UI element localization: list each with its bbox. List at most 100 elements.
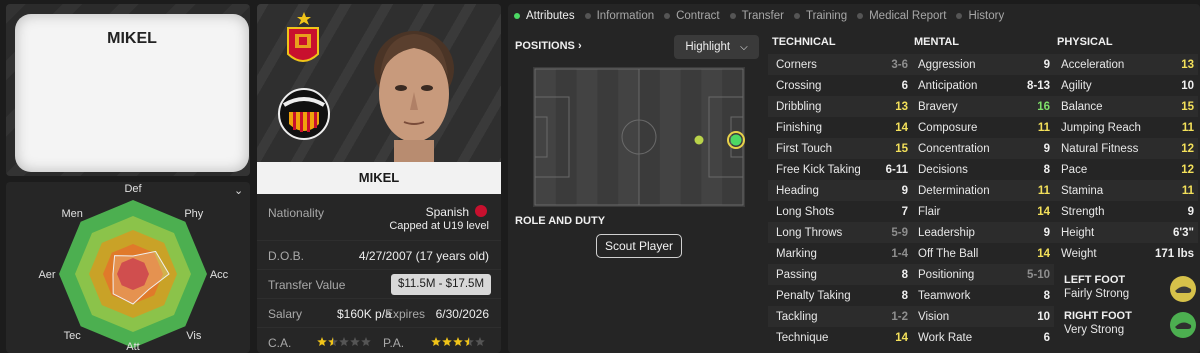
radar-label: Men [61, 208, 82, 220]
chevron-down-icon[interactable]: ⌄ [234, 10, 243, 23]
attribute-name: Composure [918, 121, 978, 134]
mental-attribute-row[interactable]: Flair 14 [910, 201, 1054, 222]
mental-attribute-row[interactable]: Work Rate 6 [910, 327, 1054, 348]
mental-attribute-row[interactable]: Vision 10 [910, 306, 1054, 327]
technical-attribute-row[interactable]: Finishing 14 [768, 117, 912, 138]
attribute-name: Passing [776, 268, 817, 281]
mental-attribute-row[interactable]: Leadership 9 [910, 222, 1054, 243]
club-crest-icon [278, 88, 330, 140]
tab-information[interactable]: Information [584, 10, 654, 22]
attribute-value: 10 [1037, 310, 1050, 323]
tab-transfer[interactable]: Transfer [729, 10, 784, 22]
attribute-name: Tackling [776, 310, 818, 323]
technical-attribute-row[interactable]: Free Kick Taking 6-11 [768, 159, 912, 180]
attribute-value: 11 [1037, 184, 1050, 197]
tab-contract[interactable]: Contract [664, 10, 720, 22]
role-duty-title: ROLE AND DUTY [515, 215, 606, 227]
physical-attribute-row[interactable]: Balance 15 [1053, 96, 1198, 117]
attribute-value: 13 [895, 100, 908, 113]
physical-attribute-row[interactable]: Stamina 11 [1053, 180, 1198, 201]
technical-attribute-row[interactable]: Dribbling 13 [768, 96, 912, 117]
highlight-dropdown[interactable]: Highlight ⌵ [674, 35, 759, 59]
attribute-name: Vision [918, 310, 950, 323]
technical-attribute-row[interactable]: Long Shots 7 [768, 201, 912, 222]
attribute-value: 14 [895, 121, 908, 134]
technical-attribute-row[interactable]: Penalty Taking 8 [768, 285, 912, 306]
attribute-name: Balance [1061, 100, 1103, 113]
radar-label: Phy [184, 208, 203, 220]
attribute-name: Agility [1061, 79, 1092, 92]
natural-position-marker [730, 134, 742, 146]
physical-attribute-row[interactable]: Pace 12 [1053, 159, 1198, 180]
attribute-value: 6 [901, 79, 908, 92]
technical-attribute-row[interactable]: Tackling 1-2 [768, 306, 912, 327]
physical-attribute-row[interactable]: Height 6'3" [1053, 222, 1198, 243]
technical-attribute-row[interactable]: Marking 1-4 [768, 243, 912, 264]
tab-training[interactable]: Training [793, 10, 848, 22]
mental-attribute-row[interactable]: Anticipation 8-13 [910, 75, 1054, 96]
technical-attribute-row[interactable]: First Touch 15 [768, 138, 912, 159]
technical-attribute-row[interactable]: Technique 14 [768, 327, 912, 348]
attribute-value: 8-13 [1026, 79, 1050, 92]
attribute-name: Free Kick Taking [776, 163, 861, 176]
attribute-value: 9 [1187, 205, 1194, 218]
tab-dot-icon [584, 13, 591, 19]
mental-attribute-row[interactable]: Concentration 9 [910, 138, 1054, 159]
technical-attribute-row[interactable]: Passing 8 [768, 264, 912, 285]
mental-attribute-row[interactable]: Positioning 5-10 [910, 264, 1054, 285]
attribute-name: Crossing [776, 79, 822, 92]
tab-history[interactable]: History [956, 10, 1004, 22]
mental-attribute-row[interactable]: Bravery 16 [910, 96, 1054, 117]
attribute-name: Heading [776, 184, 819, 197]
tab-dot-icon [664, 13, 671, 19]
attribute-value: 15 [1181, 100, 1194, 113]
technical-attribute-row[interactable]: Heading 9 [768, 180, 912, 201]
tab-label: Training [805, 10, 848, 22]
technical-attribute-row[interactable]: Corners 3-6 [768, 54, 912, 75]
physical-column: PHYSICAL Acceleration 13 Agility 10 Balance 1… [1053, 36, 1198, 264]
physical-attribute-row[interactable]: Agility 10 [1053, 75, 1198, 96]
tab-dot-icon [514, 13, 520, 19]
tab-dot-icon [956, 13, 963, 19]
mental-attribute-row[interactable]: Aggression 9 [910, 54, 1054, 75]
attribute-name: Finishing [776, 121, 823, 134]
tab-attributes[interactable]: Attributes [514, 10, 575, 22]
attribute-value: 16 [1037, 100, 1050, 113]
physical-attribute-row[interactable]: Strength 9 [1053, 201, 1198, 222]
positions-title[interactable]: POSITIONS › [515, 40, 582, 52]
scout-player-button[interactable]: Scout Player [596, 234, 682, 258]
technical-attribute-row[interactable]: Crossing 6 [768, 75, 912, 96]
technical-attribute-row[interactable]: Long Throws 5-9 [768, 222, 912, 243]
attribute-name: Flair [918, 205, 941, 218]
tab-medical-report[interactable]: Medical Report [857, 10, 946, 22]
physical-attribute-row[interactable]: Weight 171 lbs [1053, 243, 1198, 264]
radar-label: Acc [210, 269, 229, 281]
attribute-value: 6-11 [885, 163, 908, 176]
mental-attribute-row[interactable]: Determination 11 [910, 180, 1054, 201]
attribute-value: 11 [1181, 121, 1194, 134]
physical-attribute-row[interactable]: Acceleration 13 [1053, 54, 1198, 75]
attribute-value: 11 [1037, 121, 1050, 134]
tab-label: Medical Report [869, 10, 947, 22]
attribute-name: Strength [1061, 205, 1105, 218]
mental-attribute-row[interactable]: Decisions 8 [910, 159, 1054, 180]
attribute-value: 14 [1037, 205, 1050, 218]
attribute-radar: Def Phy Acc Vis Att Tec Aer Men [38, 183, 229, 353]
attributes-panel: Attributes Information Contract Transfer Tra… [508, 4, 1200, 353]
physical-attribute-row[interactable]: Jumping Reach 11 [1053, 117, 1198, 138]
potential-ability-stars [431, 337, 485, 346]
tab-label: Attributes [526, 10, 575, 22]
salary-row: Salary $160K p/a Expires 6/30/2026 [257, 299, 501, 328]
player-profile-panel: MIKEL Nationality Spanish Capped at U19 … [257, 4, 501, 353]
radar-label: Aer [38, 269, 55, 281]
chevron-down-icon: ⌵ [740, 41, 748, 53]
mental-attribute-row[interactable]: Off The Ball 14 [910, 243, 1054, 264]
physical-attribute-row[interactable]: Natural Fitness 12 [1053, 138, 1198, 159]
attribute-name: Long Shots [776, 205, 835, 218]
pa-label: P.A. [383, 336, 405, 350]
mental-attribute-row[interactable]: Teamwork 8 [910, 285, 1054, 306]
spain-flag-icon [475, 205, 487, 217]
mental-attribute-row[interactable]: Composure 11 [910, 117, 1054, 138]
transfer-value-button[interactable]: $11.5M - $17.5M [391, 274, 491, 295]
kit-name: MIKEL [107, 30, 157, 47]
